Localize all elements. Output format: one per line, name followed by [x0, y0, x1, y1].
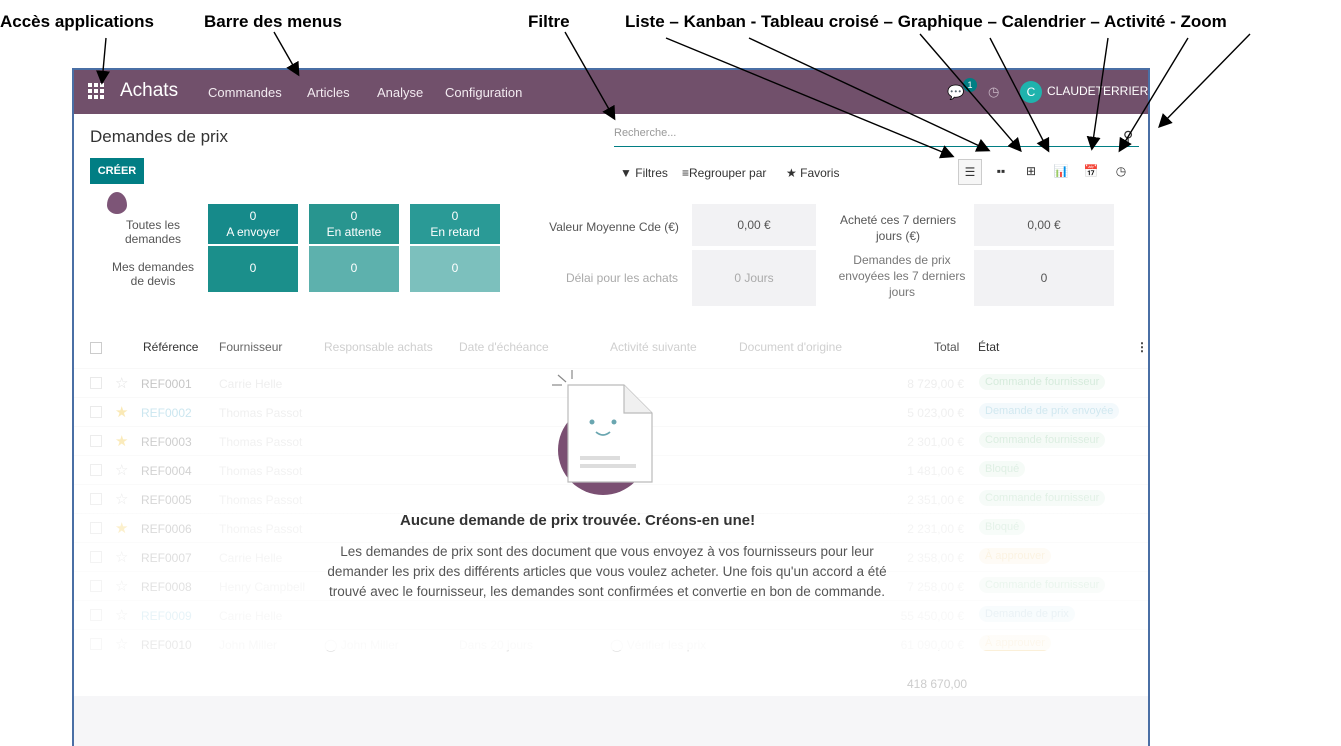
annotation-arrows	[96, 31, 1251, 159]
